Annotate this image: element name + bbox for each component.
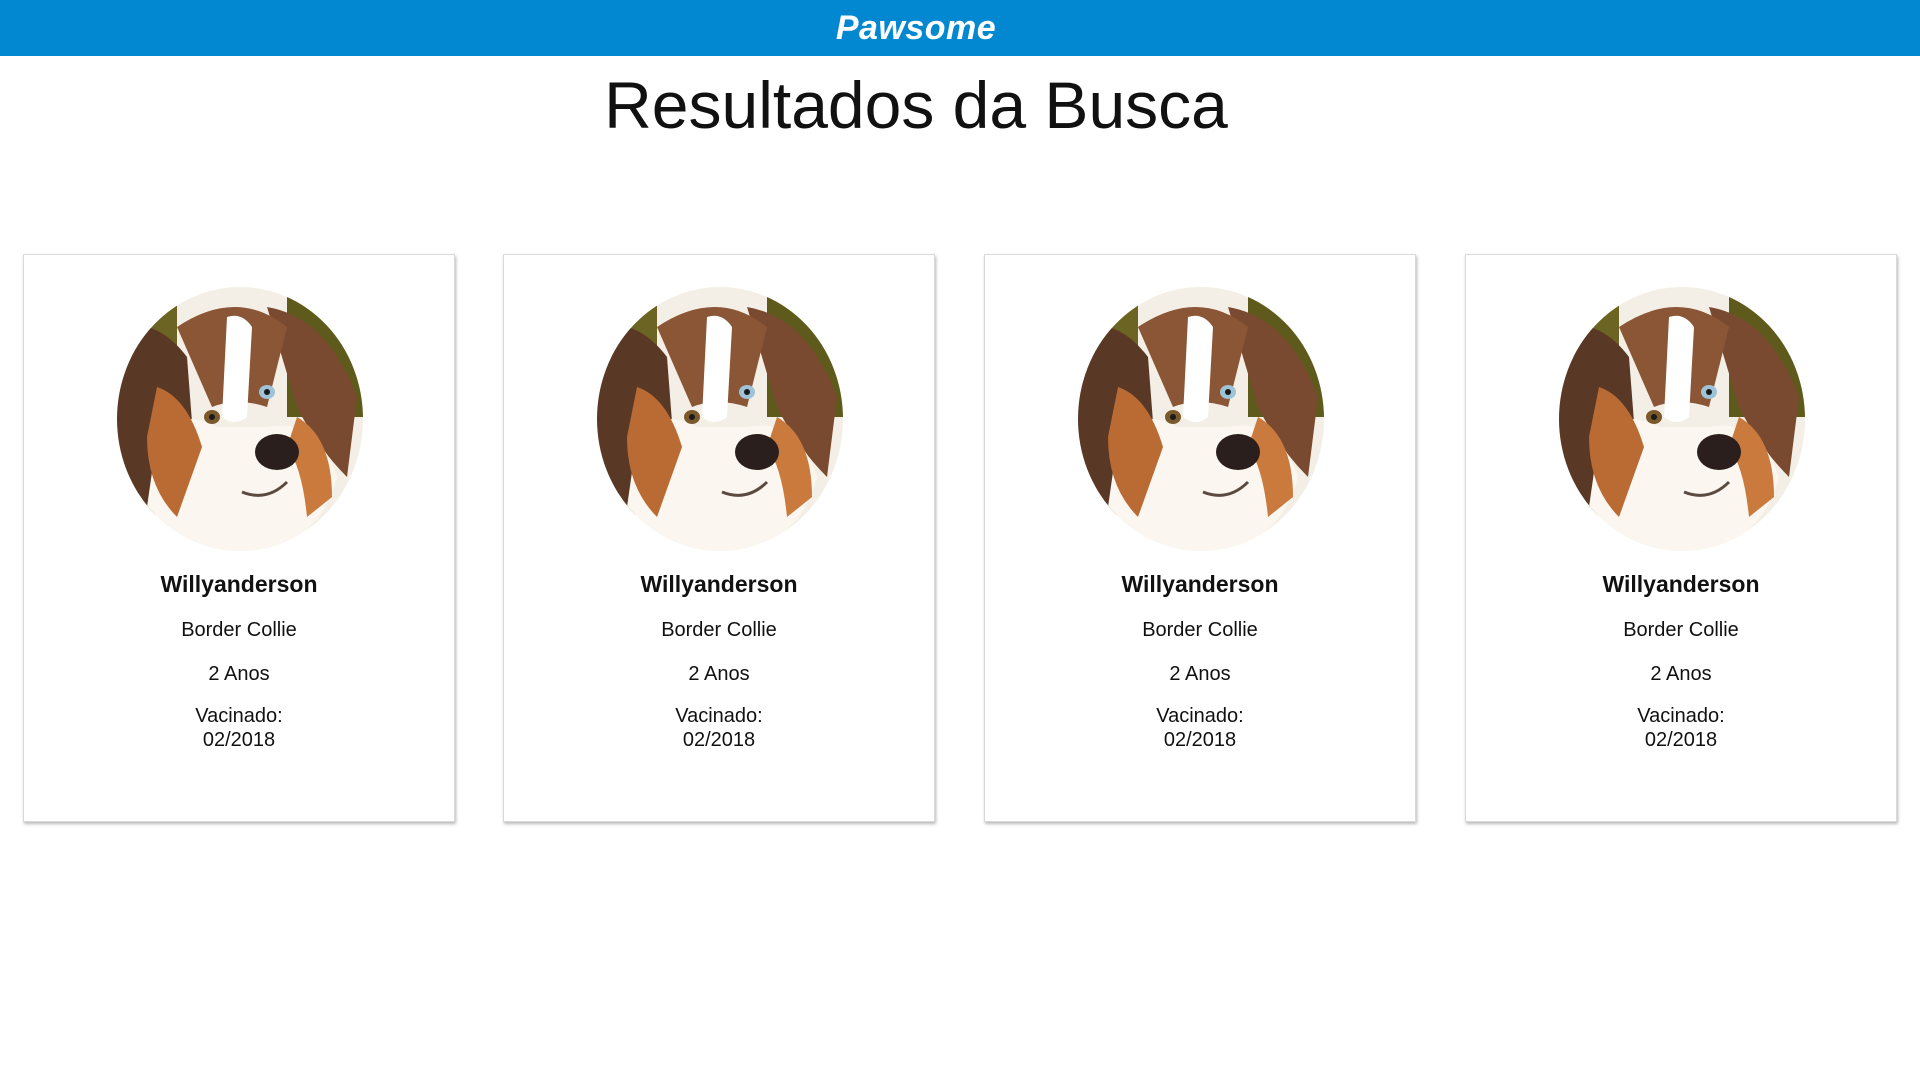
vaccine-label: Vacinado: [1156, 705, 1244, 727]
dog-photo [117, 287, 363, 551]
pet-age: 2 Anos [1650, 663, 1712, 685]
pet-vaccine-info: Vacinado: 02/2018 [1466, 704, 1896, 752]
page-title: Resultados da Busca [604, 68, 1228, 142]
pet-vaccine-info: Vacinado: 02/2018 [24, 704, 454, 752]
top-bar: Pawsome [0, 0, 1920, 56]
results-grid: Willyanderson Border Collie 2 Anos Vacin… [0, 254, 1920, 824]
vaccine-date: 02/2018 [682, 729, 756, 751]
vaccine-date: 02/2018 [202, 729, 276, 751]
dog-photo [1559, 287, 1805, 551]
pet-age: 2 Anos [1169, 663, 1231, 685]
pet-age: 2 Anos [208, 663, 270, 685]
brand-logo[interactable]: Pawsome [0, 0, 1832, 56]
pet-card[interactable]: Willyanderson Border Collie 2 Anos Vacin… [503, 254, 935, 822]
pet-vaccine-info: Vacinado: 02/2018 [504, 704, 934, 752]
pet-name: Willyanderson [1121, 571, 1279, 597]
pet-breed: Border Collie [181, 619, 297, 641]
vaccine-label: Vacinado: [675, 705, 763, 727]
vaccine-date: 02/2018 [1644, 729, 1718, 751]
dog-photo [1078, 287, 1324, 551]
pet-breed: Border Collie [1142, 619, 1258, 641]
pet-vaccine-info: Vacinado: 02/2018 [985, 704, 1415, 752]
pet-card[interactable]: Willyanderson Border Collie 2 Anos Vacin… [984, 254, 1416, 822]
dog-photo [597, 287, 843, 551]
pet-age: 2 Anos [688, 663, 750, 685]
vaccine-label: Vacinado: [1637, 705, 1725, 727]
pet-breed: Border Collie [1623, 619, 1739, 641]
pet-name: Willyanderson [1602, 571, 1760, 597]
pet-breed: Border Collie [661, 619, 777, 641]
vaccine-label: Vacinado: [195, 705, 283, 727]
pet-name: Willyanderson [160, 571, 318, 597]
pet-card[interactable]: Willyanderson Border Collie 2 Anos Vacin… [23, 254, 455, 822]
pet-card[interactable]: Willyanderson Border Collie 2 Anos Vacin… [1465, 254, 1897, 822]
pet-name: Willyanderson [640, 571, 798, 597]
vaccine-date: 02/2018 [1163, 729, 1237, 751]
